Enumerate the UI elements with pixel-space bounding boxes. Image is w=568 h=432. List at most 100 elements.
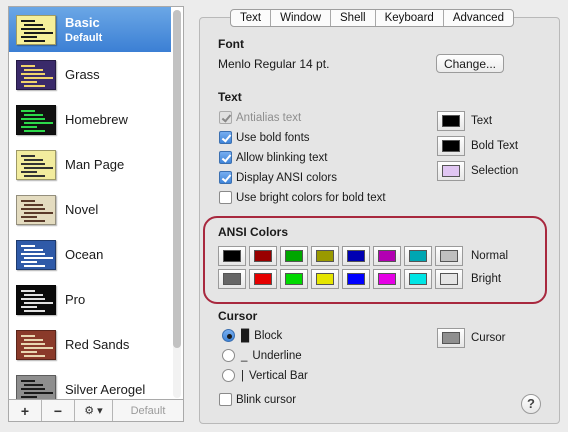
profile-item[interactable]: Homebrew	[9, 97, 171, 142]
thumbnail-text-line	[21, 19, 35, 22]
tab-bar: Text Window Shell Keyboard Advanced	[230, 9, 514, 27]
ansi-bright-color-well-3[interactable]	[311, 269, 339, 289]
ansi-bright-label: Bright	[471, 273, 502, 285]
ansi-normal-color-well-0[interactable]	[218, 246, 246, 266]
profile-item[interactable]: Red Sands	[9, 322, 171, 367]
text-color-well[interactable]	[437, 111, 465, 131]
radio-label: Vertical Bar	[249, 369, 308, 382]
ansi-color-swatch	[409, 250, 427, 262]
profile-item[interactable]: Grass	[9, 52, 171, 97]
cursor-color-well[interactable]	[437, 328, 465, 348]
profile-label: Homebrew	[65, 112, 128, 127]
add-profile-button[interactable]: +	[9, 400, 42, 421]
ansi-normal-color-well-2[interactable]	[280, 246, 308, 266]
thumbnail-text-line	[24, 301, 53, 304]
ansi-bright-color-well-6[interactable]	[404, 269, 432, 289]
underline-cursor-glyph: _	[241, 349, 248, 362]
checkbox-label: Display ANSI colors	[236, 171, 337, 184]
display-ansi-colors-checkbox[interactable]: Display ANSI colors	[219, 171, 337, 184]
ansi-colors-title: ANSI Colors	[218, 225, 289, 239]
profile-name: Basic	[65, 15, 100, 30]
ansi-bright-color-well-7[interactable]	[435, 269, 463, 289]
thumbnail-text-line	[21, 305, 37, 308]
tab-keyboard[interactable]: Keyboard	[376, 10, 444, 26]
profile-item[interactable]: Silver Aerogel	[9, 367, 171, 399]
tab-text[interactable]: Text	[231, 10, 272, 26]
remove-profile-button[interactable]: −	[42, 400, 75, 421]
tab-advanced[interactable]: Advanced	[444, 10, 513, 26]
thumbnail-text-line	[21, 64, 35, 67]
profile-thumbnail	[16, 329, 56, 360]
thumbnail-text-line	[24, 211, 53, 214]
checkbox-label: Use bold fonts	[236, 131, 310, 144]
ansi-color-swatch	[254, 273, 272, 285]
help-button[interactable]: ?	[521, 394, 541, 414]
thumbnail-text-line	[24, 338, 43, 341]
blink-cursor-checkbox[interactable]: Blink cursor	[219, 393, 296, 406]
thumbnail-text-line	[24, 76, 53, 79]
thumbnail-text-line	[21, 395, 37, 398]
thumbnail-text-line	[21, 162, 45, 165]
ansi-bright-color-well-5[interactable]	[373, 269, 401, 289]
ansi-bright-color-well-0[interactable]	[218, 269, 246, 289]
checkbox-label: Blink cursor	[236, 393, 297, 406]
ansi-bright-color-well-1[interactable]	[249, 269, 277, 289]
cursor-underline-radio[interactable]: _ Underline	[222, 349, 302, 362]
profile-item[interactable]: Ocean	[9, 232, 171, 277]
profile-thumbnail	[16, 194, 56, 225]
ansi-normal-color-well-7[interactable]	[435, 246, 463, 266]
checkbox-label: Antialias text	[236, 111, 302, 124]
ansi-color-swatch	[347, 273, 365, 285]
thumbnail-text-line	[24, 174, 45, 177]
profile-label: Grass	[65, 67, 100, 82]
selection-color-well[interactable]	[437, 161, 465, 181]
profile-item[interactable]: Pro	[9, 277, 171, 322]
bright-colors-bold-checkbox[interactable]: Use bright colors for bold text	[219, 191, 386, 204]
profile-label: Red Sands	[65, 337, 129, 352]
profile-item[interactable]: Novel	[9, 187, 171, 232]
profile-name: Red Sands	[65, 337, 130, 352]
ansi-bright-color-well-4[interactable]	[342, 269, 370, 289]
use-bold-fonts-checkbox[interactable]: Use bold fonts	[219, 131, 310, 144]
ansi-color-swatch	[254, 250, 272, 262]
thumbnail-text-line	[24, 309, 45, 312]
radio-label: Block	[254, 329, 283, 342]
bold-text-color-well[interactable]	[437, 136, 465, 156]
thumbnail-text-line	[24, 31, 53, 34]
ansi-normal-color-well-6[interactable]	[404, 246, 432, 266]
profile-name: Novel	[65, 202, 99, 217]
checkbox-label: Allow blinking text	[236, 151, 328, 164]
ansi-normal-label: Normal	[471, 250, 509, 262]
profile-name: Homebrew	[65, 112, 128, 127]
scrollbar-thumb[interactable]	[173, 10, 181, 348]
profile-label: Silver Aerogel	[65, 382, 145, 397]
ansi-normal-color-well-3[interactable]	[311, 246, 339, 266]
thumbnail-text-line	[21, 215, 37, 218]
allow-blinking-text-checkbox[interactable]: Allow blinking text	[219, 151, 327, 164]
default-button[interactable]: Default	[113, 400, 183, 421]
thumbnail-text-line	[21, 207, 45, 210]
tab-window[interactable]: Window	[271, 10, 331, 26]
profile-item[interactable]: Man Page	[9, 142, 171, 187]
thumbnail-text-line	[24, 129, 45, 132]
checkbox-label: Use bright colors for bold text	[236, 191, 386, 204]
profile-list-scrollbar[interactable]	[173, 10, 181, 398]
text-section-title: Text	[218, 90, 242, 104]
cursor-section-title: Cursor	[218, 309, 258, 323]
profile-label: Man Page	[65, 157, 124, 172]
cursor-block-radio[interactable]: █ Block	[222, 329, 282, 342]
change-font-button[interactable]: Change...	[436, 54, 504, 73]
tab-shell[interactable]: Shell	[331, 10, 376, 26]
gear-menu-button[interactable]: ⚙ ▾	[75, 400, 113, 421]
cursor-vertical-bar-radio[interactable]: | Vertical Bar	[222, 369, 308, 382]
ansi-normal-color-well-1[interactable]	[249, 246, 277, 266]
ansi-bright-color-well-2[interactable]	[280, 269, 308, 289]
ansi-normal-color-well-4[interactable]	[342, 246, 370, 266]
profile-list[interactable]: Basic Default Grass Homebrew Man Page Novel Oc…	[8, 6, 184, 400]
checkbox-box	[219, 171, 232, 184]
profile-item[interactable]: Basic Default	[9, 7, 171, 52]
antialias-text-checkbox[interactable]: Antialias text	[219, 111, 301, 124]
ansi-normal-color-well-5[interactable]	[373, 246, 401, 266]
thumbnail-text-line	[21, 379, 35, 382]
thumbnail-text-line	[21, 35, 37, 38]
